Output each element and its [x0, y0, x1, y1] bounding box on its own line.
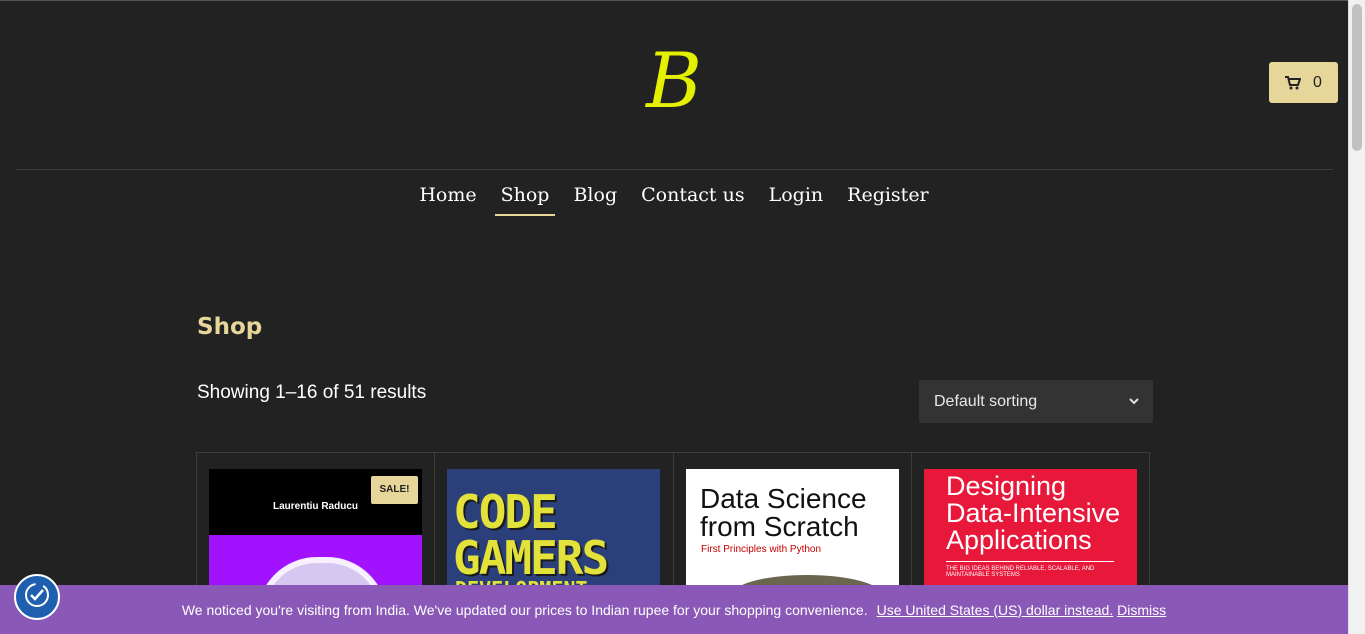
nav-shop[interactable]: Shop [489, 180, 562, 216]
cover-title: Data Science from Scratch [700, 483, 867, 542]
result-count: Showing 1–16 of 51 results [197, 382, 427, 403]
sort-select[interactable]: Default sorting [919, 380, 1153, 423]
cover-title: Designing Data-Intensive Applications [946, 471, 1121, 555]
sort-selected-value: Default sorting [934, 393, 1038, 410]
nav-contact-us[interactable]: Contact us [629, 180, 756, 216]
notice-message: We noticed you're visiting from India. W… [181, 601, 868, 618]
dismiss-link[interactable]: Dismiss [1117, 602, 1166, 618]
cart-count: 0 [1313, 73, 1322, 91]
switch-currency-link[interactable]: Use United States (US) dollar instead. [877, 602, 1114, 618]
site-logo[interactable]: B [642, 36, 706, 126]
nav-login[interactable]: Login [757, 180, 836, 216]
vertical-scrollbar[interactable] [1348, 0, 1365, 634]
privacy-settings-button[interactable] [14, 574, 60, 620]
window-top-border [0, 0, 1365, 1]
sale-badge: SALE! [371, 476, 418, 504]
privacy-settings-icon [23, 581, 51, 614]
chevron-down-icon [1129, 380, 1139, 441]
scrollbar-thumb[interactable] [1352, 4, 1362, 151]
nav-home[interactable]: Home [407, 180, 488, 216]
currency-notice-bar: We noticed you're visiting from India. W… [0, 585, 1348, 634]
cover-subtitle: THE BIG IDEAS BEHIND RELIABLE, SCALABLE,… [946, 566, 1095, 578]
main-navigation: Home Shop Blog Contact us Login Register [0, 180, 1348, 216]
shopping-cart-icon [1285, 75, 1302, 90]
cover-subtitle: First Principles with Python [701, 544, 822, 555]
cart-button[interactable]: 0 [1269, 62, 1338, 103]
header-divider [16, 169, 1333, 170]
page-title: Shop [197, 314, 263, 340]
cover-title: CODE GAMERS [453, 485, 609, 585]
nav-blog[interactable]: Blog [561, 180, 629, 216]
cover-divider [946, 561, 1114, 562]
nav-register[interactable]: Register [835, 180, 941, 216]
